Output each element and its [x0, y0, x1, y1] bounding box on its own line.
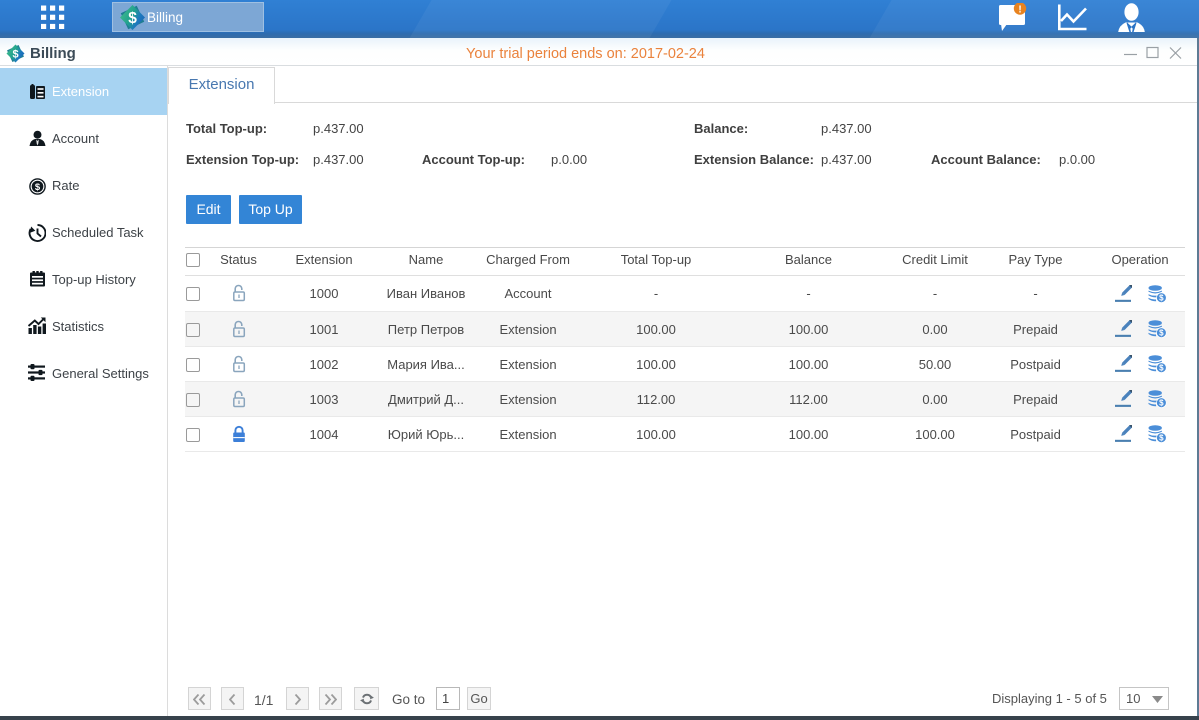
svg-text:$: $	[1159, 364, 1164, 373]
svg-text:$: $	[1159, 293, 1164, 302]
svg-text:$: $	[1159, 399, 1164, 408]
svg-text:$: $	[35, 182, 41, 193]
svg-text:$: $	[128, 10, 137, 27]
svg-text:$: $	[1159, 434, 1164, 443]
svg-text:!: !	[1018, 4, 1021, 15]
svg-text:$: $	[1159, 329, 1164, 338]
